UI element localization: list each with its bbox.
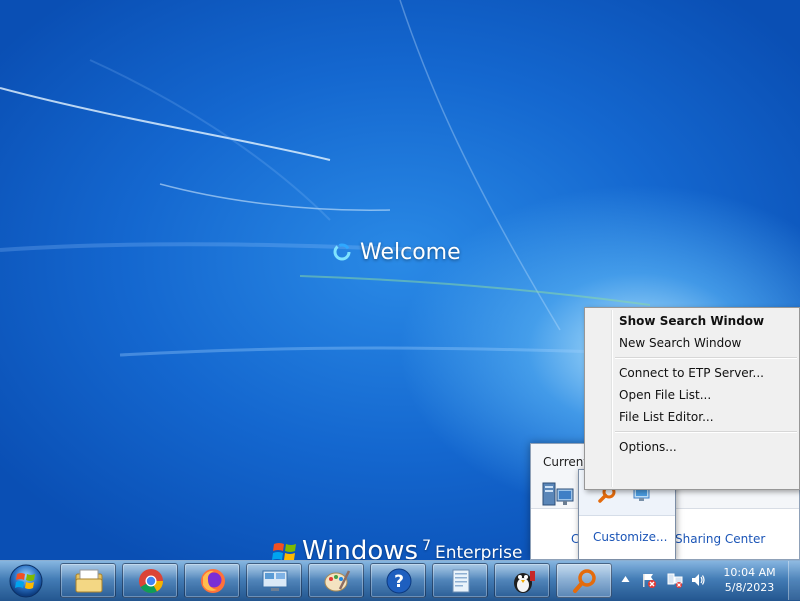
show-desktop-button[interactable] [788, 561, 800, 600]
network-computer-icon [542, 482, 574, 506]
taskbar-paint-button[interactable] [308, 563, 364, 598]
menu-gutter [611, 310, 613, 487]
menu-separator [615, 357, 797, 359]
tray-context-menu: Show Search Window New Search Window Con… [584, 307, 800, 490]
taskbar-notepad-button[interactable] [432, 563, 488, 598]
loading-spinner-icon [333, 243, 351, 261]
menu-item-open-file-list[interactable]: Open File List... [619, 388, 711, 402]
welcome-message: Welcome [332, 237, 461, 267]
brand-version: 7 [422, 538, 431, 554]
remote-desktop-icon [262, 570, 288, 591]
taskbar-penguin-app-button[interactable] [494, 563, 550, 598]
customize-link[interactable]: Customize... [593, 530, 667, 544]
taskbar-search-button[interactable] [556, 563, 612, 598]
menu-item-new-search-window[interactable]: New Search Window [619, 336, 741, 350]
chrome-icon [139, 569, 163, 594]
paint-icon [324, 570, 351, 592]
menu-item-connect-etp[interactable]: Connect to ETP Server... [619, 366, 764, 380]
volume-icon[interactable] [690, 572, 706, 588]
taskbar-chrome-button[interactable] [122, 563, 178, 598]
taskbar-help-button[interactable]: ? [370, 563, 426, 598]
explorer-icon [75, 569, 103, 593]
svg-text:?: ? [394, 572, 404, 592]
firefox-icon [201, 569, 225, 593]
welcome-text: Welcome [360, 239, 461, 265]
clock-time: 10:04 AM [723, 566, 776, 579]
clock-date: 5/8/2023 [724, 581, 775, 594]
help-icon: ? [386, 568, 412, 594]
sharing-center-link[interactable]: Sharing Center [675, 532, 765, 546]
action-center-flag-icon[interactable] [641, 572, 657, 588]
show-hidden-icons-arrow[interactable] [621, 575, 630, 583]
taskbar-remote-desktop-button[interactable] [246, 563, 302, 598]
notepad-icon [452, 569, 470, 593]
menu-separator [615, 431, 797, 433]
taskbar-explorer-button[interactable] [60, 563, 116, 598]
menu-item-show-search-window[interactable]: Show Search Window [619, 314, 764, 328]
taskbar-firefox-button[interactable] [184, 563, 240, 598]
tray-panel-title: Current [543, 455, 589, 469]
menu-item-options[interactable]: Options... [619, 440, 677, 454]
system-clock[interactable]: 10:04 AM 5/8/2023 [712, 565, 787, 595]
menu-item-file-list-editor[interactable]: File List Editor... [619, 410, 714, 424]
penguin-app-icon [514, 571, 535, 593]
search-everything-icon [573, 569, 596, 593]
network-status-icon[interactable] [667, 572, 683, 588]
start-orb-icon[interactable] [4, 562, 48, 600]
